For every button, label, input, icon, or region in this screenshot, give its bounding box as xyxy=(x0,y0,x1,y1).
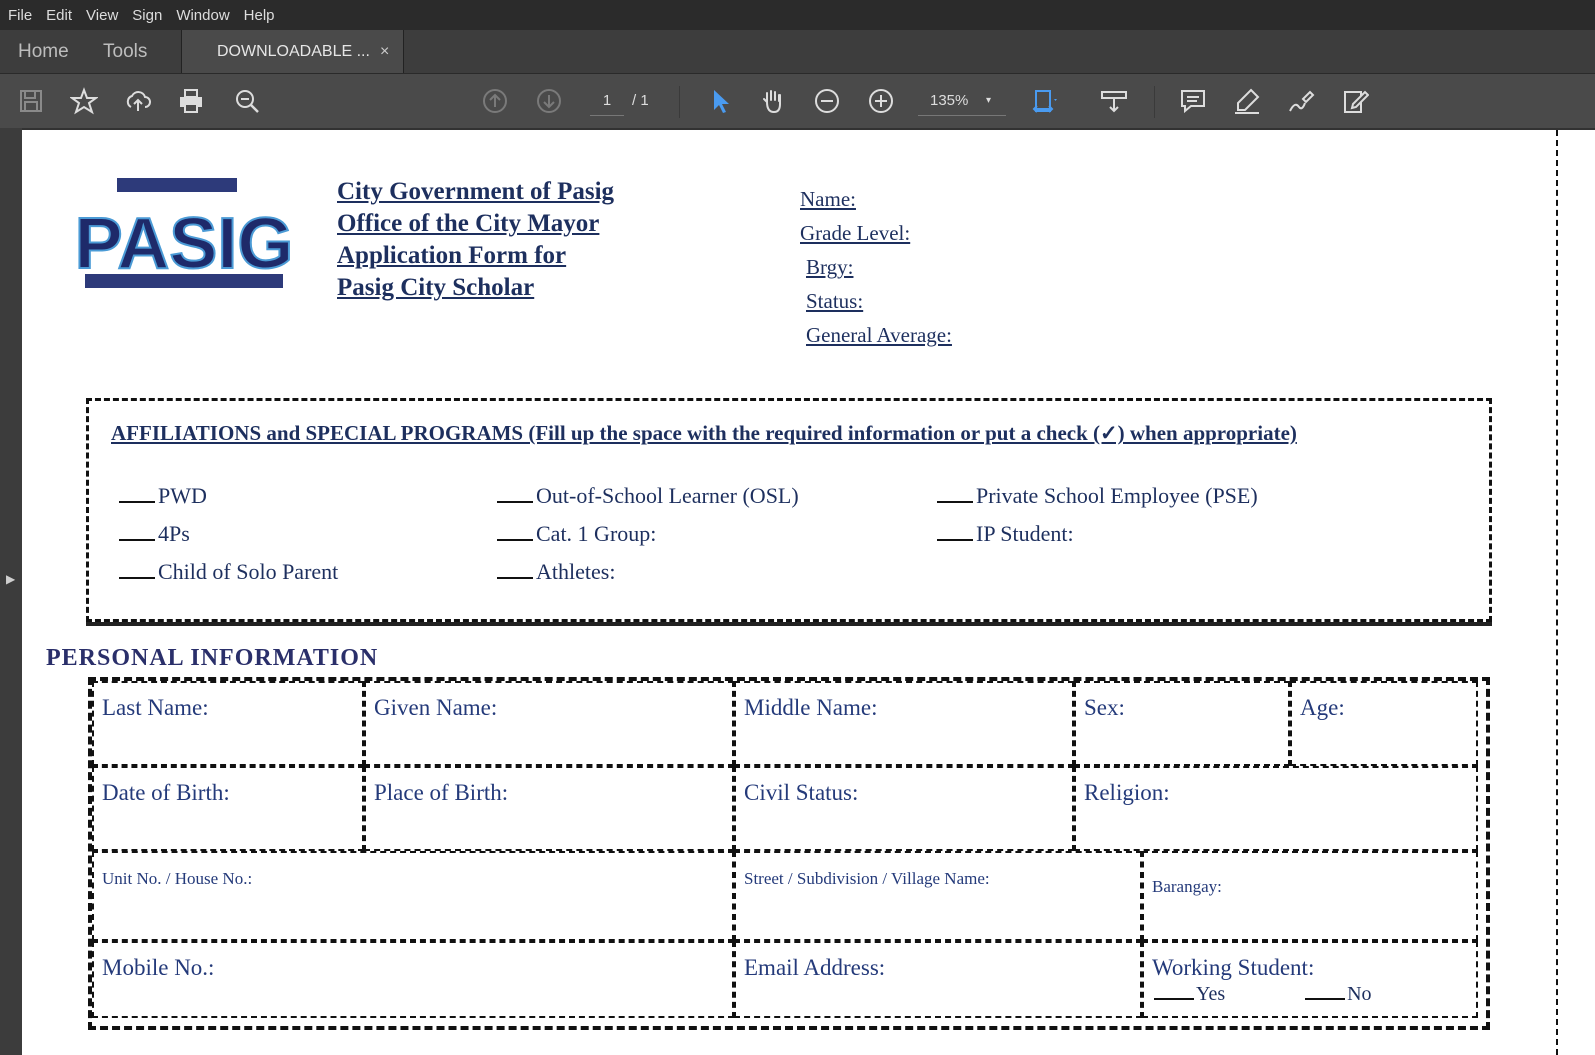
field-unit-house-no[interactable]: Unit No. / House No.: xyxy=(92,851,734,941)
field-middle-name[interactable]: Middle Name: xyxy=(734,681,1074,766)
option-yes[interactable]: Yes xyxy=(1196,983,1225,1005)
vertical-scrollbar[interactable] xyxy=(1562,130,1595,1055)
personal-info-title: PERSONAL INFORMATION xyxy=(46,645,379,671)
previous-page-icon[interactable] xyxy=(480,86,510,116)
field-mobile-no[interactable]: Mobile No.: xyxy=(92,941,734,1018)
select-cursor-icon[interactable] xyxy=(705,86,735,116)
field-working-student[interactable]: Working Student: Yes No xyxy=(1142,941,1478,1018)
page-number-input[interactable]: 1 xyxy=(590,87,624,116)
document-header: City Government of Pasig Office of the C… xyxy=(337,176,614,304)
expand-panel-icon[interactable]: ▶ xyxy=(6,572,15,586)
menu-edit[interactable]: Edit xyxy=(39,7,79,24)
edit-pdf-icon[interactable] xyxy=(1340,86,1370,116)
summary-status-label: Status: xyxy=(806,289,864,313)
zoom-search-icon[interactable] xyxy=(232,86,262,116)
menu-view[interactable]: View xyxy=(79,7,125,24)
field-religion[interactable]: Religion: xyxy=(1074,766,1478,851)
applicant-summary: Name: Grade Level: Brgy: Status: General… xyxy=(800,182,952,352)
field-sex[interactable]: Sex: xyxy=(1074,681,1290,766)
personal-info-grid: Last Name: Given Name: Middle Name: Sex:… xyxy=(88,677,1490,1030)
zoom-in-icon[interactable] xyxy=(866,86,896,116)
chevron-down-icon: ▾ xyxy=(986,95,992,106)
tab-document-title: DOWNLOADABLE ... xyxy=(217,43,370,60)
header-line: Office of the City Mayor xyxy=(337,210,600,237)
field-last-name[interactable]: Last Name: xyxy=(92,681,364,766)
zoom-value: 135% xyxy=(930,92,969,109)
star-icon[interactable] xyxy=(69,86,99,116)
tab-home[interactable]: Home xyxy=(18,30,69,73)
option-no[interactable]: No xyxy=(1347,983,1371,1005)
scroll-mode-icon[interactable] xyxy=(1099,86,1129,116)
field-street[interactable]: Street / Subdivision / Village Name: xyxy=(734,851,1142,941)
toolbar-divider xyxy=(679,86,680,118)
affiliations-title: AFFILIATIONS and SPECIAL PROGRAMS (Fill … xyxy=(111,421,1297,445)
summary-brgy-label: Brgy: xyxy=(806,255,854,279)
page-total: / 1 xyxy=(632,92,649,109)
field-email[interactable]: Email Address: xyxy=(734,941,1142,1018)
working-student-options: Yes No xyxy=(1154,983,1372,1006)
summary-name-label: Name: xyxy=(800,187,856,211)
menu-sign[interactable]: Sign xyxy=(125,7,169,24)
toolbar-divider xyxy=(1154,86,1155,118)
toolbar: 1 / 1 135% ▾ xyxy=(0,74,1595,128)
tab-bar: Home Tools DOWNLOADABLE ... × xyxy=(0,30,1595,74)
zoom-out-icon[interactable] xyxy=(812,86,842,116)
document-page: PASIG City Government of Pasig Office of… xyxy=(22,130,1562,1055)
header-line: Pasig City Scholar xyxy=(337,274,535,301)
cloud-upload-icon[interactable] xyxy=(123,86,153,116)
affiliation-osl[interactable]: Out-of-School Learner (OSL) xyxy=(497,483,799,509)
affiliation-pse[interactable]: Private School Employee (PSE) xyxy=(937,483,1258,509)
summary-grade-label: Grade Level: xyxy=(800,221,911,245)
field-civil-status[interactable]: Civil Status: xyxy=(734,766,1074,851)
menu-file[interactable]: File xyxy=(0,7,39,24)
pasig-logo: PASIG xyxy=(74,178,294,296)
field-place-of-birth[interactable]: Place of Birth: xyxy=(364,766,734,851)
zoom-dropdown[interactable]: 135% ▾ xyxy=(918,87,1006,116)
tab-tools[interactable]: Tools xyxy=(103,30,147,73)
hand-tool-icon[interactable] xyxy=(758,86,788,116)
close-icon[interactable]: × xyxy=(380,30,389,73)
affiliation-ip-student[interactable]: IP Student: xyxy=(937,521,1074,547)
header-line: Application Form for xyxy=(337,242,567,269)
affiliation-pwd[interactable]: PWD xyxy=(119,483,207,509)
highlight-pen-icon[interactable] xyxy=(1232,86,1262,116)
header-line: City Government of Pasig xyxy=(337,178,615,205)
print-icon[interactable] xyxy=(176,86,206,116)
sign-icon[interactable] xyxy=(1286,86,1316,116)
affiliation-4ps[interactable]: 4Ps xyxy=(119,521,190,547)
affiliation-solo-parent[interactable]: Child of Solo Parent xyxy=(119,559,338,585)
affiliations-box: AFFILIATIONS and SPECIAL PROGRAMS (Fill … xyxy=(86,398,1492,622)
tab-document[interactable]: DOWNLOADABLE ... × xyxy=(181,30,404,73)
field-barangay[interactable]: Barangay: xyxy=(1142,851,1478,941)
affiliation-athletes[interactable]: Athletes: xyxy=(497,559,615,585)
summary-average-label: General Average: xyxy=(806,323,952,347)
field-given-name[interactable]: Given Name: xyxy=(364,681,734,766)
menu-help[interactable]: Help xyxy=(237,7,282,24)
navigation-pane-strip: ▶ xyxy=(0,128,22,1055)
field-date-of-birth[interactable]: Date of Birth: xyxy=(92,766,364,851)
field-age[interactable]: Age: xyxy=(1290,681,1478,766)
menu-bar: File Edit View Sign Window Help xyxy=(0,0,1595,30)
fit-page-icon[interactable] xyxy=(1030,86,1060,116)
comment-icon[interactable] xyxy=(1178,86,1208,116)
logo-wordmark: PASIG xyxy=(77,204,292,284)
menu-window[interactable]: Window xyxy=(169,7,236,24)
save-icon[interactable] xyxy=(16,86,46,116)
next-page-icon[interactable] xyxy=(534,86,564,116)
affiliation-cat1[interactable]: Cat. 1 Group: xyxy=(497,521,656,547)
